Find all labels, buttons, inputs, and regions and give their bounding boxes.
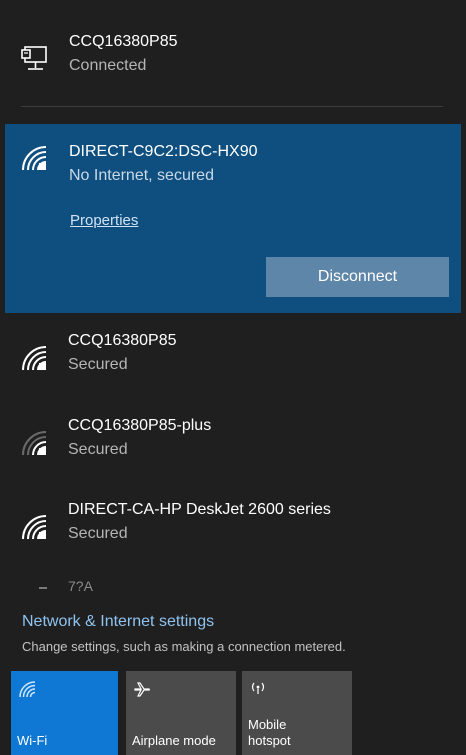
wifi-secured-icon bbox=[22, 146, 47, 171]
airplane-mode-tile[interactable]: Airplane mode bbox=[126, 671, 236, 755]
network-item-partial[interactable]: 7?A bbox=[68, 581, 108, 591]
network-name: CCQ16380P85 bbox=[68, 332, 177, 349]
network-name: CCQ16380P85-plus bbox=[68, 417, 212, 434]
hotspot-label-line2: hotspot bbox=[248, 733, 291, 748]
selected-network-status: No Internet, secured bbox=[69, 167, 214, 184]
wifi-secured-icon bbox=[22, 515, 47, 540]
network-status: Secured bbox=[68, 356, 128, 373]
network-settings-link[interactable]: Network & Internet settings bbox=[22, 613, 214, 631]
network-name: DIRECT-CA-HP DeskJet 2600 series bbox=[68, 501, 331, 518]
airplane-tile-label: Airplane mode bbox=[132, 733, 216, 748]
network-item[interactable]: CCQ16380P85 Secured bbox=[0, 332, 466, 412]
selected-network-name: DIRECT-C9C2:DSC-HX90 bbox=[69, 143, 258, 160]
mobile-hotspot-tile[interactable]: Mobile hotspot bbox=[242, 671, 352, 755]
wifi-tile-label: Wi-Fi bbox=[17, 733, 48, 748]
network-settings-description: Change settings, such as making a connec… bbox=[22, 639, 346, 654]
network-item[interactable]: DIRECT-CA-HP DeskJet 2600 series Secured bbox=[0, 501, 466, 581]
divider bbox=[21, 106, 443, 107]
wifi-tile[interactable]: Wi-Fi bbox=[11, 671, 118, 755]
network-status: Secured bbox=[68, 525, 128, 542]
ethernet-status: Connected bbox=[69, 57, 147, 74]
properties-link[interactable]: Properties bbox=[70, 212, 138, 229]
network-item[interactable]: CCQ16380P85-plus Secured bbox=[0, 417, 466, 497]
hotspot-tile-label: Mobile hotspot bbox=[248, 717, 291, 749]
network-status: Secured bbox=[68, 441, 128, 458]
ethernet-name: CCQ16380P85 bbox=[69, 33, 178, 50]
hotspot-icon bbox=[251, 682, 265, 694]
airplane-icon bbox=[134, 682, 151, 697]
network-name: 7?A bbox=[68, 581, 93, 591]
selected-network[interactable]: DIRECT-C9C2:DSC-HX90 No Internet, secure… bbox=[5, 124, 461, 313]
wifi-partial-icon bbox=[39, 587, 47, 589]
disconnect-button[interactable]: Disconnect bbox=[266, 257, 449, 297]
ethernet-connection[interactable]: CCQ16380P85 Connected bbox=[0, 0, 466, 105]
wifi-secured-icon bbox=[22, 346, 47, 371]
hotspot-label-line1: Mobile bbox=[248, 717, 287, 732]
ethernet-icon bbox=[21, 46, 47, 70]
wifi-weak-secured-icon bbox=[22, 431, 47, 456]
wifi-icon bbox=[19, 681, 36, 698]
network-flyout: CCQ16380P85 Connected DIRECT-C9C2:DSC-HX… bbox=[0, 0, 466, 755]
